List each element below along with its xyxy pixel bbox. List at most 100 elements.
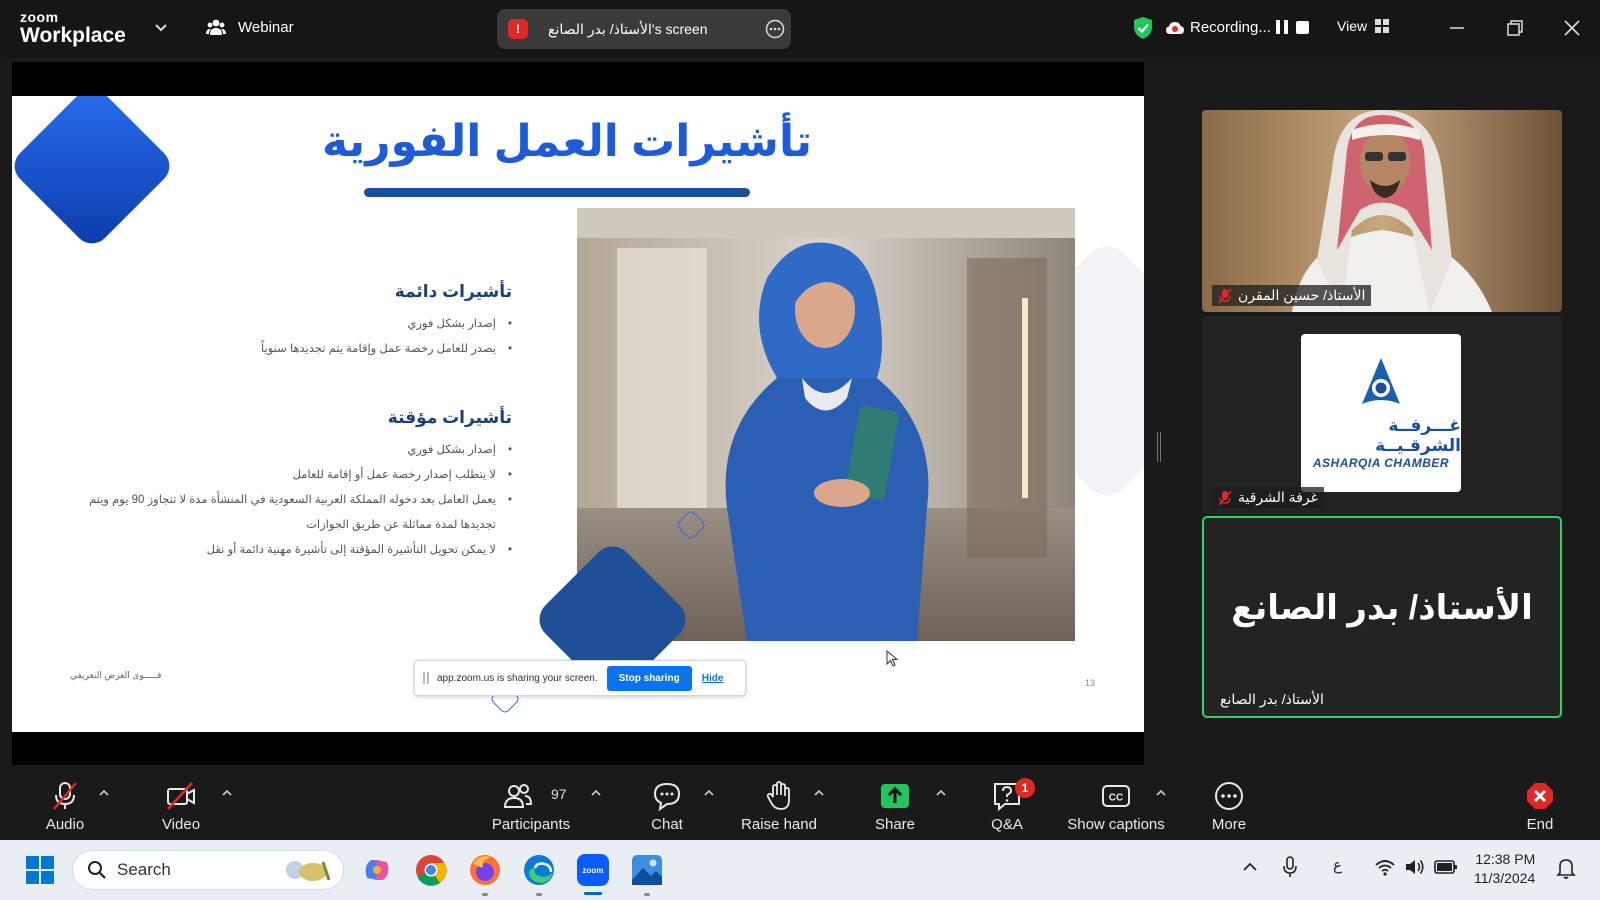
screen-share-indicator[interactable]: ! الأستاذ/ بدر الصانع's screen [497, 9, 791, 49]
reactions-caret-icon[interactable] [813, 788, 825, 798]
wifi-icon[interactable] [1374, 857, 1396, 877]
participant-tile[interactable]: الأستاذ/ حسين المقرن [1202, 110, 1562, 312]
app-running-indicator [482, 893, 488, 896]
panel-resize-handle[interactable] [1157, 432, 1161, 462]
more-button[interactable]: More [1207, 768, 1251, 840]
section-heading: تأشيرات مؤقتة [387, 408, 512, 427]
taskbar-search-box[interactable]: Search [72, 850, 344, 890]
notifications-bell-icon[interactable] [1556, 857, 1576, 879]
list-item: إصدار بشكل فوري [72, 438, 512, 463]
restore-icon[interactable] [1503, 16, 1527, 40]
list-item: لا يمكن تحويل التأشيرة المؤقتة إلى تأشير… [72, 538, 512, 563]
show-captions-button[interactable]: CC Show captions [1064, 768, 1168, 840]
slide-photo [577, 208, 1075, 641]
list-item: لا يتطلب إصدار رخصة عمل أو إقامة للعامل [72, 463, 512, 488]
permanent-visas-section: تأشيرات دائمة إصدار بشكل فوري يصدر للعام… [212, 282, 512, 362]
people-icon [206, 19, 226, 35]
participant-name-tag: غرفة الشرقية [1212, 487, 1324, 508]
windows-taskbar: Search zoom ع 12:38 PM 11/3/2024 [0, 840, 1600, 900]
list-item: إصدار بشكل فوري [212, 312, 512, 337]
sharing-message: app.zoom.us is sharing your screen. [437, 672, 598, 684]
slide-page-number: 13 [1085, 678, 1096, 688]
cloud-record-icon [1166, 21, 1184, 34]
clock-date: 11/3/2024 [1474, 870, 1536, 886]
participant-display-name: الأستاذ/ بدر الصانع [1231, 589, 1533, 627]
app-active-indicator [584, 892, 602, 895]
photos-app-icon[interactable] [629, 852, 665, 888]
participant-video [1202, 110, 1562, 312]
clock-time: 12:38 PM [1475, 851, 1536, 867]
edge-icon[interactable] [521, 852, 557, 888]
qa-notification-badge: 1 [1015, 778, 1035, 798]
close-icon[interactable] [1560, 16, 1584, 40]
participant-tile[interactable]: غـــرفــة الشرقـيــة ASHARQIA CHAMBER غر… [1202, 316, 1562, 514]
raise-hand-icon [766, 781, 790, 810]
more-options-icon[interactable] [765, 19, 785, 39]
share-button[interactable]: Share [872, 768, 918, 840]
participants-count: 97 [551, 786, 567, 802]
stop-sharing-button[interactable]: Stop sharing [606, 665, 692, 691]
stop-recording-icon[interactable] [1296, 21, 1309, 34]
list-item: يعمل العامل بعد دخوله المملكة العربية ال… [72, 488, 512, 538]
chat-label: Chat [651, 816, 683, 833]
drag-handle[interactable] [423, 672, 429, 684]
copilot-icon[interactable] [359, 852, 395, 888]
mic-muted-icon [1218, 287, 1232, 304]
slide-decoration [12, 96, 177, 251]
firefox-icon[interactable] [467, 852, 503, 888]
title-bar: zoom Workplace Webinar ! الأستاذ/ بدر ال… [0, 0, 1600, 58]
hide-banner-link[interactable]: Hide [702, 673, 724, 684]
captions-options-caret-icon[interactable] [1155, 788, 1167, 798]
audio-label: Audio [45, 816, 85, 833]
battery-icon[interactable] [1434, 858, 1458, 876]
search-icon [88, 861, 106, 879]
chevron-down-icon[interactable] [152, 18, 170, 36]
volume-icon[interactable] [1404, 857, 1426, 877]
chamber-logo-icon [1362, 358, 1400, 404]
sharing-alert-icon: ! [508, 19, 528, 39]
end-meeting-icon [1527, 783, 1553, 809]
recording-status: Recording... [1166, 19, 1271, 36]
shield-check-icon[interactable] [1132, 16, 1154, 40]
app-running-indicator [536, 893, 542, 896]
view-menu[interactable]: View [1337, 18, 1390, 34]
pause-recording-icon[interactable] [1276, 20, 1288, 34]
microphone-icon[interactable] [1282, 855, 1298, 879]
chat-options-caret-icon[interactable] [703, 788, 715, 798]
logo-workplace-text: Workplace [20, 24, 126, 47]
participants-options-caret-icon[interactable] [590, 788, 602, 798]
active-speaker-tile[interactable]: الأستاذ/ بدر الصانع الأستاذ/ بدر الصانع [1202, 516, 1562, 718]
audio-options-caret-icon[interactable] [98, 788, 110, 798]
video-button[interactable]: Video [156, 768, 206, 840]
audio-button[interactable]: Audio [40, 768, 90, 840]
search-highlight-icon [286, 861, 331, 881]
chat-button[interactable]: Chat [647, 768, 687, 840]
input-language-indicator[interactable]: ع [1333, 856, 1342, 874]
webinar-menu[interactable]: Webinar [206, 17, 294, 37]
zoom-logo: zoom Workplace [20, 10, 126, 46]
sharing-banner: app.zoom.us is sharing your screen. Stop… [414, 660, 746, 696]
zoom-app-icon[interactable]: zoom [575, 852, 611, 888]
view-label: View [1337, 18, 1368, 34]
end-button[interactable]: End [1522, 768, 1558, 840]
share-options-caret-icon[interactable] [935, 788, 947, 798]
recording-controls [1276, 20, 1309, 34]
share-screen-icon [881, 784, 909, 808]
minimize-icon[interactable] [1445, 16, 1469, 40]
video-options-caret-icon[interactable] [221, 788, 233, 798]
chrome-icon[interactable] [413, 852, 449, 888]
svg-text:zoom: zoom [583, 866, 604, 875]
participants-button[interactable]: Participants [486, 768, 576, 840]
show-hidden-icons-icon[interactable] [1241, 860, 1259, 874]
mic-muted-icon [1218, 489, 1232, 506]
raise-hand-button[interactable]: Raise hand [737, 768, 821, 840]
mouse-cursor-icon [886, 650, 898, 667]
slide-footer: فـــــوى العرض التعريفي [70, 670, 162, 680]
participant-name: الأستاذ/ بدر الصانع [1220, 691, 1324, 707]
asharqia-chamber-logo: غـــرفــة الشرقـيــة ASHARQIA CHAMBER [1301, 334, 1461, 492]
captions-label: Show captions [1067, 816, 1165, 833]
taskbar-clock[interactable]: 12:38 PM 11/3/2024 [1474, 850, 1535, 888]
windows-start-icon[interactable] [22, 852, 58, 888]
share-label: Share [874, 816, 916, 833]
temporary-visas-section: تأشيرات مؤقتة إصدار بشكل فوري لا يتطلب إ… [72, 408, 512, 563]
